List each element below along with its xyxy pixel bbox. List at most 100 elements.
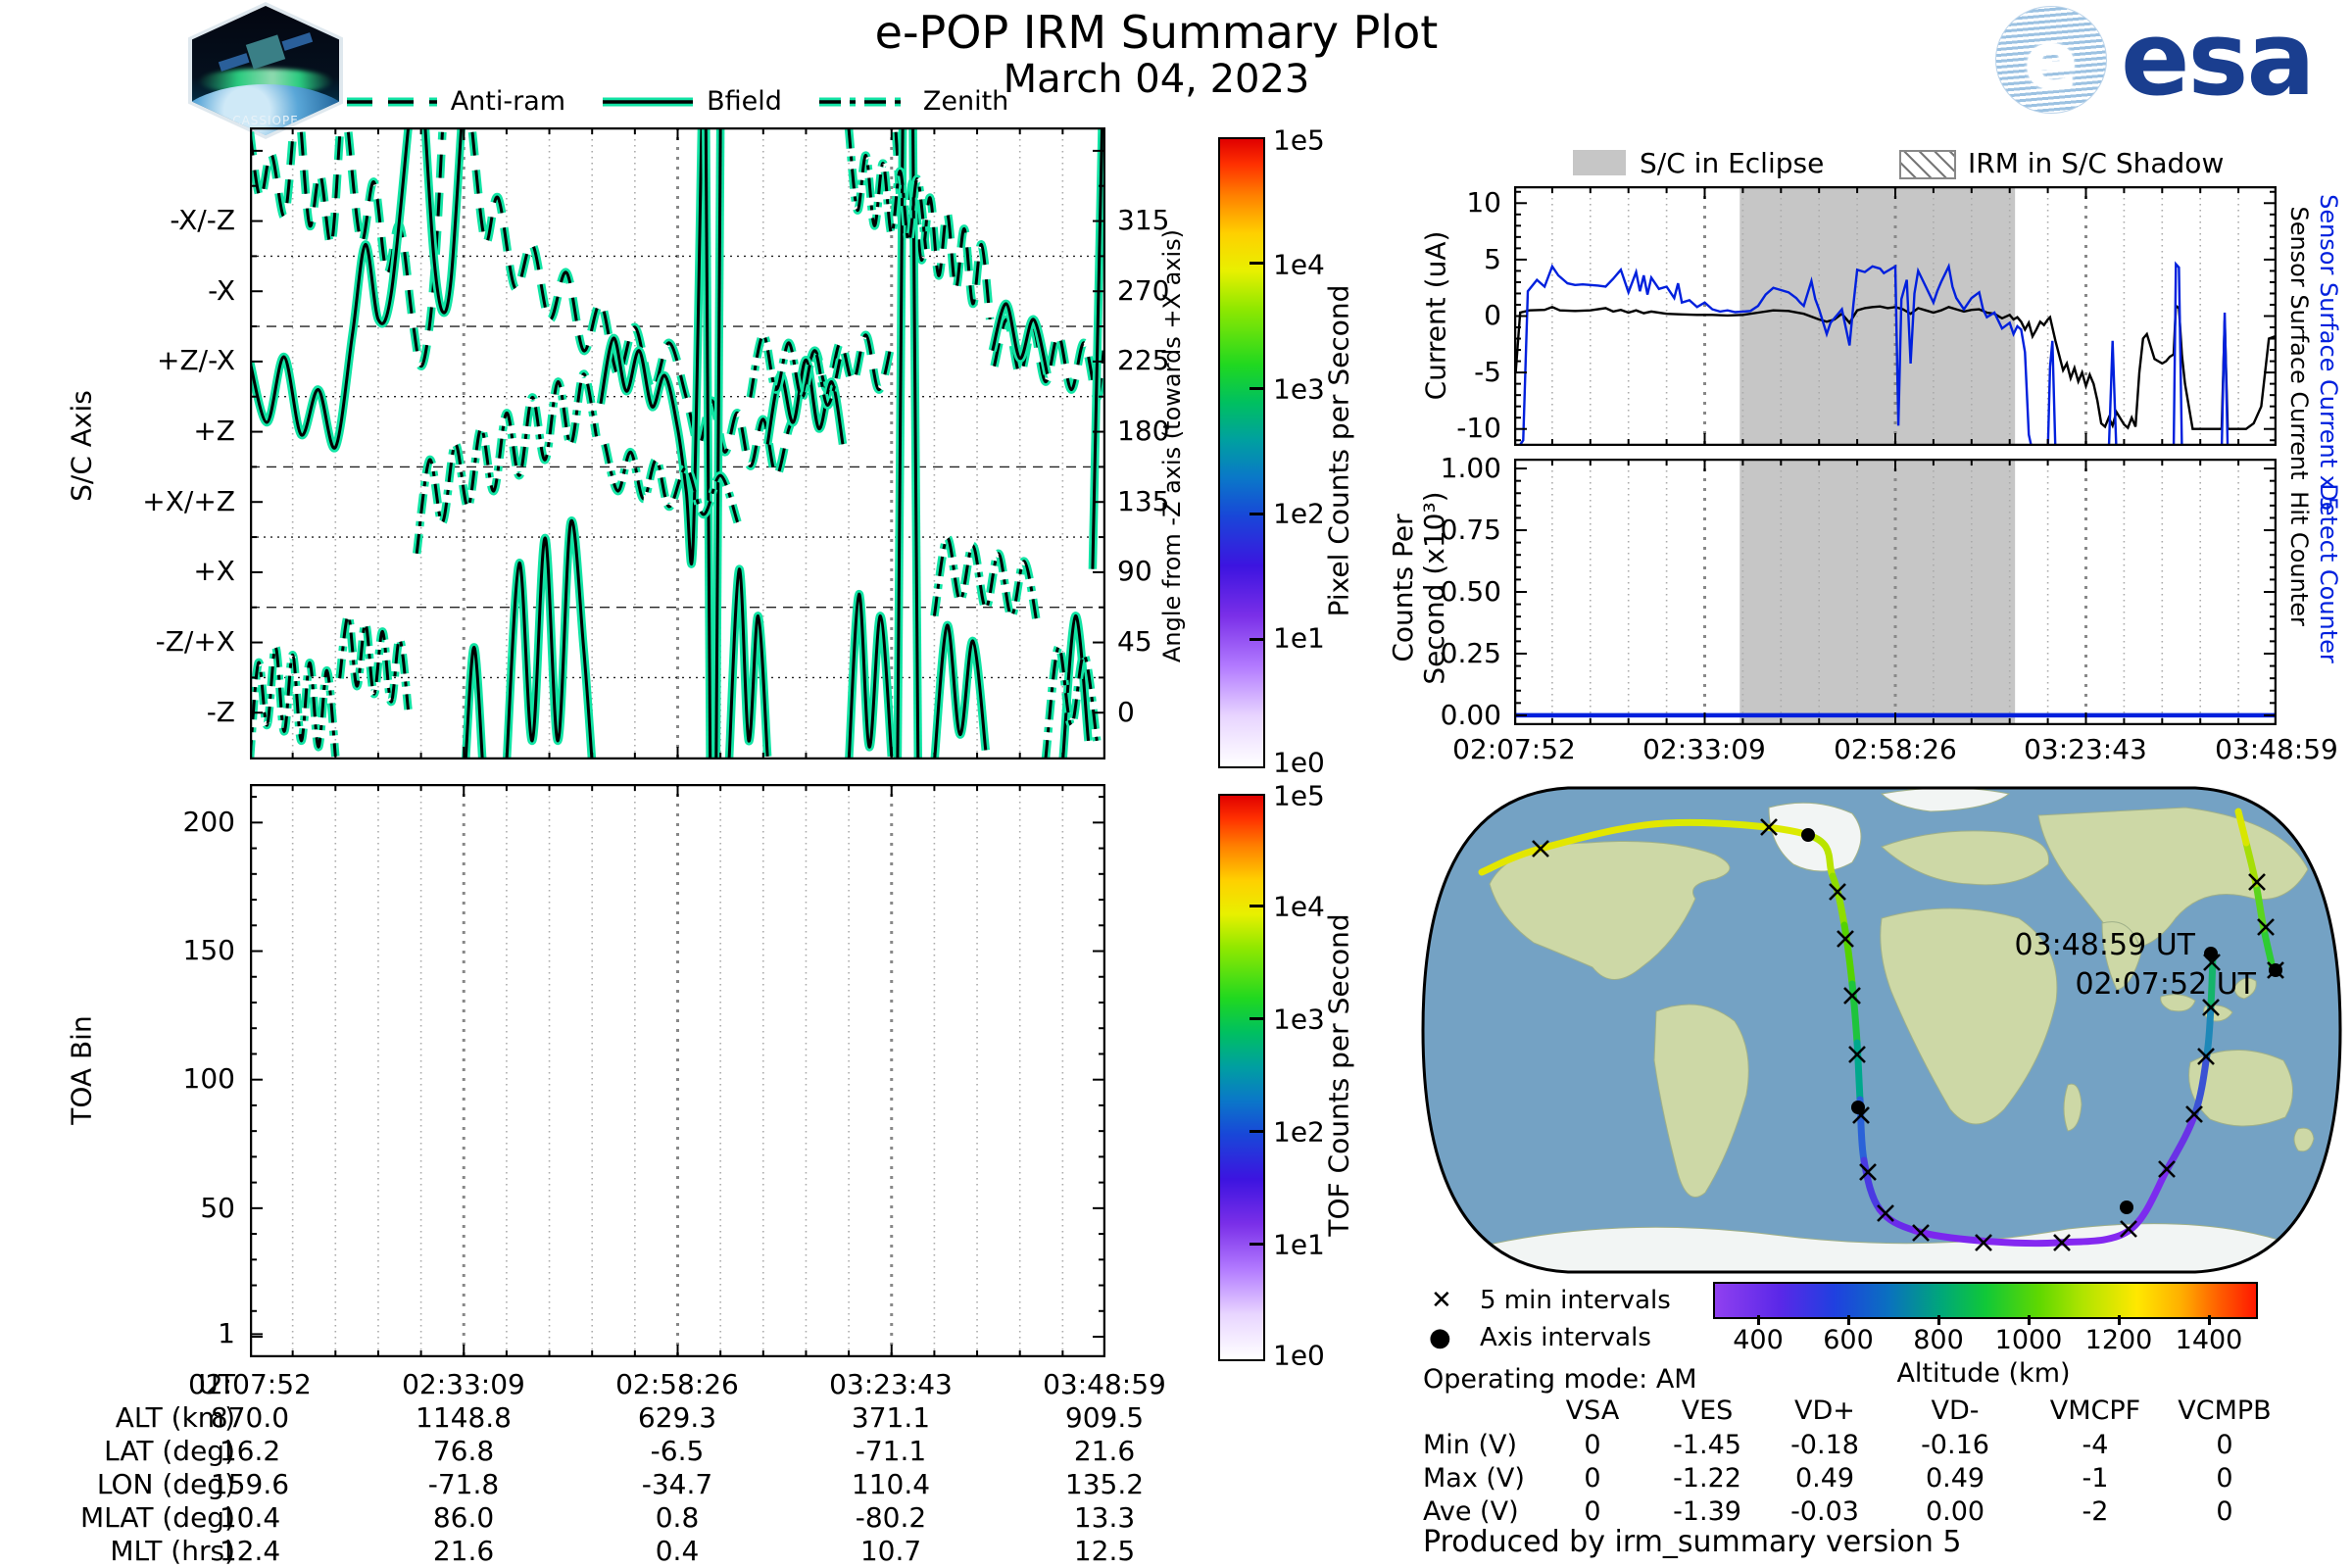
alt-tickmark [2028,1315,2031,1325]
sc-ytick: +Z/-X [59,344,235,376]
eph-cell: 1148.8 [357,1401,570,1434]
toa-ytick: 150 [59,934,235,966]
colorbar-tickmark [1250,638,1263,641]
shadow-legend-swatch [1899,150,1956,179]
vt-cell: 0 [2151,1430,2298,1460]
legend-label: Zenith [923,86,1008,117]
vt-cell: 0.49 [1751,1463,1898,1494]
time-tick: 02:58:26 [1797,733,1993,765]
five-min-legend-label: 5 min intervals [1480,1286,1671,1315]
vt-col: VD+ [1751,1396,1898,1426]
vt-col: VCMPB [2151,1396,2298,1426]
epop-irm-summary-page: CASSIOPE e-POP IRM Summary Plot March 04… [0,0,2352,1568]
eph-cell: -80.2 [784,1501,998,1534]
vt-cell: -1 [2022,1463,2169,1494]
table-row: 12.421.60.410.712.5 [143,1535,1221,1567]
altitude-colorbar [1713,1282,2258,1319]
eph-cell: 02:58:26 [570,1368,784,1400]
toa-ytick: 200 [59,806,235,838]
eph-cell: -71.1 [784,1435,998,1467]
eph-cell: 16.2 [143,1435,357,1467]
alt-tick: 600 [1809,1325,1887,1355]
toa-bin-plot [250,784,1105,1357]
alt-tick: 1000 [1989,1325,2068,1355]
colorbar-tickmark [1250,387,1263,390]
esa-e-icon: e [2024,15,2079,108]
toa-ytick: 50 [59,1192,235,1224]
esa-wordmark: esa [2121,14,2314,106]
eph-cell: 159.6 [143,1468,357,1500]
vt-col: VD- [1882,1396,2029,1426]
table-row: 870.01148.8629.3371.1909.5 [143,1401,1221,1434]
altitude-cb-label: Altitude (km) [1846,1358,2121,1389]
eph-cell: 86.0 [357,1501,570,1534]
eclipse-legend-swatch [1573,150,1626,175]
pixel-cb-tick: 1e5 [1273,124,1325,157]
page-title: e-POP IRM Summary Plot [372,6,1940,59]
axis-marker-icon: ● [1429,1323,1451,1352]
legend-label: Bfield [707,86,782,117]
vt-cell: -0.18 [1751,1430,1898,1460]
vt-cell: 0.00 [1882,1496,2029,1527]
time-tick: 03:48:59 [2179,733,2352,765]
alt-tickmark [2208,1315,2211,1325]
table-row: 10.486.00.8-80.213.3 [143,1501,1221,1534]
pixel-cb-tick: 1e0 [1273,747,1325,779]
eph-cell: 12.4 [143,1535,357,1567]
counts-ytick: 0.50 [1392,575,1501,608]
eph-cell: 02:07:52 [143,1368,357,1400]
table-row: 02:07:5202:33:0902:58:2603:23:4303:48:59 [143,1368,1221,1400]
tof-cb-tick: 1e1 [1273,1229,1325,1261]
legend-item-zenith: Zenith [819,86,1008,117]
sc-ytick: -X/-Z [59,204,235,236]
five-min-marker-icon: ✕ [1431,1286,1452,1315]
esa-globe-icon: e [1995,6,2107,114]
eph-cell: 13.3 [998,1501,1211,1534]
svg-text:02:07:52 UT: 02:07:52 UT [2075,967,2256,1002]
current-plot [1514,186,2277,446]
solar-panel-icon [282,32,314,51]
pixel-cb-tick: 1e4 [1273,249,1325,281]
tof-cb-tick: 1e4 [1273,891,1325,923]
eph-cell: 21.6 [998,1435,1211,1467]
legend-item-antiram: Anti-ram [347,86,565,117]
counts-ytick: 0.00 [1392,699,1501,731]
colorbar-tickmark [1250,262,1263,265]
eph-cell: 02:33:09 [357,1368,570,1400]
colorbar-tickmark [1250,513,1263,515]
eph-cell: -34.7 [570,1468,784,1500]
eph-cell: 03:23:43 [784,1368,998,1400]
vt-cell: -0.16 [1882,1430,2029,1460]
tof-cb-tick: 1e0 [1273,1340,1325,1372]
eph-cell: 12.5 [998,1535,1211,1567]
current-right-label-black: Sensor Surface Current [2285,206,2313,479]
eph-cell: 76.8 [357,1435,570,1467]
hit-counter-plot [1514,459,2277,725]
ground-track-map: 03:48:59 UT02:07:52 UT [1421,786,2342,1274]
alt-tick: 800 [1899,1325,1978,1355]
tof-cb-tick: 1e5 [1273,780,1325,812]
sc-right-tick: 45 [1117,625,1152,658]
vt-cell: -0.03 [1751,1496,1898,1527]
colorbar-tickmark [1250,1243,1263,1246]
vt-row-label: Ave (V) [1423,1496,1519,1527]
alt-tickmark [1757,1315,1760,1325]
tof-cb-tick: 1e3 [1273,1004,1325,1036]
dashdot-line-icon [819,94,909,110]
sc-axis-plot [250,127,1105,760]
eph-cell: 909.5 [998,1401,1211,1434]
eph-cell: -6.5 [570,1435,784,1467]
current-right-label-blue: Sensor Surface Current x 5 [2315,194,2342,512]
current-ytick: -10 [1392,412,1501,444]
eph-cell: 0.4 [570,1535,784,1567]
vt-cell: 0.49 [1882,1463,2029,1494]
sc-plot-legend: Anti-ram Bfield Zenith [250,86,1105,117]
eph-cell: 110.4 [784,1468,998,1500]
alt-tick: 400 [1719,1325,1797,1355]
alt-tickmark [2118,1315,2121,1325]
eph-cell: 03:48:59 [998,1368,1211,1400]
counts-ytick: 0.25 [1392,637,1501,669]
pixel-colorbar [1218,137,1265,768]
shadow-legend-label: IRM in S/C Shadow [1968,147,2224,179]
counts-ytick: 1.00 [1392,452,1501,484]
